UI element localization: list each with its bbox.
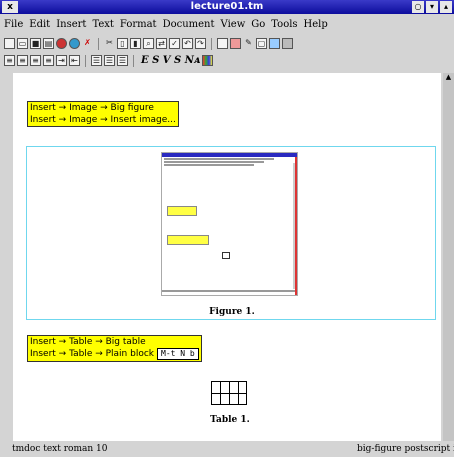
replace-icon[interactable]: ⇄ (156, 38, 167, 49)
main-toolbar: ▭ ■ ▤ ✗ ✂ ▯ ▮ ⌕ ⇄ ✓ ↶ ↷ ✎ ▢ (4, 36, 293, 51)
menu-tools[interactable]: Tools (271, 19, 297, 30)
menu-format[interactable]: Format (120, 19, 157, 30)
table-icon[interactable] (282, 38, 293, 49)
image-menu-path-line1: Insert → Image → Big figure (30, 103, 154, 113)
figure-caption: Figure 1. (209, 307, 255, 317)
embedded-screenshot-image (161, 152, 298, 296)
rectangle-icon[interactable] (217, 38, 228, 49)
print-icon[interactable]: ▤ (43, 38, 54, 49)
menu-bar: File Edit Insert Text Format Document Vi… (0, 16, 454, 33)
window-title: lecture01.tm (190, 1, 264, 12)
redo-icon[interactable]: ↷ (195, 38, 206, 49)
status-right: big-figure postscript imag (357, 444, 454, 454)
status-bar: tmdoc text roman 10 big-figure postscrip… (0, 441, 454, 457)
table-grid[interactable] (211, 381, 247, 405)
toolbar-separator (98, 37, 99, 50)
menu-button[interactable]: ▾ (426, 1, 438, 13)
align-center-icon[interactable]: ≡ (17, 55, 28, 66)
image-menu-path-box: Insert → Image → Big figure Insert → Ima… (27, 101, 179, 127)
maximize-button[interactable]: ▴ (440, 1, 452, 13)
screen-icon[interactable]: ▢ (256, 38, 267, 49)
search-icon[interactable]: ⌕ (143, 38, 154, 49)
menu-file[interactable]: File (4, 19, 23, 30)
color-palette-icon[interactable] (202, 55, 214, 66)
menu-help[interactable]: Help (304, 19, 328, 30)
justify-icon[interactable]: ≡ (43, 55, 54, 66)
pen-icon[interactable]: ✎ (243, 38, 254, 49)
menu-document[interactable]: Document (163, 19, 215, 30)
toolbar-separator (211, 37, 212, 50)
outdent-icon[interactable]: ⇤ (69, 55, 80, 66)
globe-icon[interactable] (56, 38, 67, 49)
new-icon[interactable] (4, 38, 15, 49)
globe-icon[interactable] (69, 38, 80, 49)
close-icon[interactable]: ✗ (82, 38, 93, 49)
menu-edit[interactable]: Edit (29, 19, 50, 30)
style-buttons[interactable]: E S V S Nᴀ (141, 55, 200, 66)
vertical-scrollbar[interactable]: ▲ (443, 73, 454, 441)
spell-icon[interactable]: ✓ (169, 38, 180, 49)
table-menu-path-line2: Insert → Table → Plain block M-t N b (30, 348, 199, 361)
table-caption: Table 1. (210, 415, 250, 425)
menu-view[interactable]: View (221, 19, 246, 30)
image-icon[interactable] (230, 38, 241, 49)
minimize-button[interactable]: ○ (412, 1, 424, 13)
align-right-icon[interactable]: ≡ (30, 55, 41, 66)
table-menu-path-line2-text: Insert → Table → Plain block (30, 349, 155, 359)
bullet-list-icon[interactable]: ☰ (91, 55, 102, 66)
scroll-up-icon[interactable]: ▲ (444, 73, 453, 81)
paste-icon[interactable]: ▮ (130, 38, 141, 49)
menu-insert[interactable]: Insert (56, 19, 86, 30)
format-toolbar: ≡ ≡ ≡ ≡ ⇥ ⇤ ☰ ☰ ☰ E S V S Nᴀ (4, 53, 214, 68)
numbered-list-icon[interactable]: ☰ (104, 55, 115, 66)
copy-icon[interactable]: ▯ (117, 38, 128, 49)
toolbar-separator (133, 54, 134, 67)
keyboard-shortcut: M-t N b (157, 348, 199, 360)
save-icon[interactable]: ■ (30, 38, 41, 49)
description-list-icon[interactable]: ☰ (117, 55, 128, 66)
open-icon[interactable]: ▭ (17, 38, 28, 49)
status-left: tmdoc text roman 10 (12, 444, 108, 454)
settings-icon[interactable] (269, 38, 280, 49)
table-menu-path-line1: Insert → Table → Big table (30, 337, 146, 347)
toolbar-separator (85, 54, 86, 67)
undo-icon[interactable]: ↶ (182, 38, 193, 49)
align-left-icon[interactable]: ≡ (4, 55, 15, 66)
menu-go[interactable]: Go (251, 19, 265, 30)
table-menu-path-box: Insert → Table → Big table Insert → Tabl… (27, 335, 202, 362)
menu-text[interactable]: Text (92, 19, 113, 30)
title-bar: x lecture01.tm ○ ▾ ▴ (0, 0, 454, 14)
indent-icon[interactable]: ⇥ (56, 55, 67, 66)
big-figure[interactable]: Figure 1. (26, 146, 436, 320)
cut-icon[interactable]: ✂ (104, 38, 115, 49)
image-menu-path-line2: Insert → Image → Insert image... (30, 115, 176, 125)
